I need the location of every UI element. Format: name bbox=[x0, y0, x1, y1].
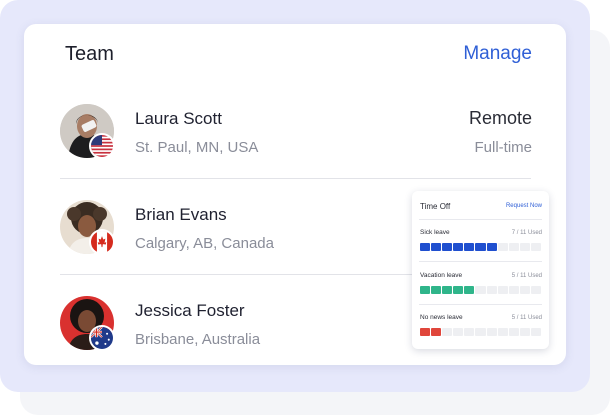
australia-flag-icon bbox=[89, 325, 115, 351]
leave-progress-bar bbox=[420, 328, 542, 336]
leave-segment bbox=[508, 286, 519, 294]
team-member-row[interactable]: Laura Scott St. Paul, MN, USA Remote Ful… bbox=[24, 104, 566, 200]
leave-segment bbox=[442, 328, 453, 336]
member-location: Calgary, AB, Canada bbox=[135, 235, 274, 252]
member-location: Brisbane, Australia bbox=[135, 331, 261, 348]
us-flag-icon bbox=[89, 133, 115, 159]
leave-label: Vacation leave bbox=[420, 272, 463, 279]
leave-segment bbox=[420, 243, 431, 251]
leave-segment bbox=[431, 286, 442, 294]
leave-segment bbox=[420, 328, 431, 336]
leave-segment bbox=[431, 328, 442, 336]
canada-flag-icon bbox=[89, 229, 115, 255]
leave-segment bbox=[453, 243, 464, 251]
leave-segment bbox=[530, 286, 542, 294]
leave-segment bbox=[486, 243, 497, 251]
leave-label: Sick leave bbox=[420, 229, 450, 236]
manage-link[interactable]: Manage bbox=[463, 43, 532, 65]
leave-segment bbox=[519, 286, 530, 294]
leave-segment bbox=[475, 286, 486, 294]
avatar bbox=[60, 296, 115, 351]
leave-segment bbox=[464, 286, 475, 294]
leave-used: 5 / 11 Used bbox=[511, 315, 542, 321]
leave-segment bbox=[497, 243, 508, 251]
leave-segment bbox=[464, 328, 475, 336]
avatar bbox=[60, 104, 115, 159]
member-name: Brian Evans bbox=[135, 205, 227, 224]
divider bbox=[419, 261, 542, 262]
leave-segment bbox=[519, 328, 530, 336]
divider bbox=[419, 219, 542, 220]
employment-type: Full-time bbox=[474, 139, 532, 156]
leave-segment bbox=[530, 328, 542, 336]
leave-segment bbox=[442, 286, 453, 294]
leave-segment bbox=[497, 328, 508, 336]
leave-segment bbox=[453, 328, 464, 336]
leave-label: No news leave bbox=[420, 314, 463, 321]
leave-segment bbox=[475, 328, 486, 336]
request-now-link[interactable]: Request Now bbox=[506, 203, 542, 209]
leave-used: 7 / 11 Used bbox=[511, 230, 542, 236]
leave-segment bbox=[486, 286, 497, 294]
leave-segment bbox=[431, 243, 442, 251]
leave-segment bbox=[453, 286, 464, 294]
card-title: Team bbox=[65, 43, 114, 65]
leave-segment bbox=[464, 243, 475, 251]
divider bbox=[419, 304, 542, 305]
leave-progress-bar bbox=[420, 243, 542, 251]
leave-segment bbox=[519, 243, 530, 251]
leave-segment bbox=[420, 286, 431, 294]
leave-segment bbox=[486, 328, 497, 336]
time-off-title: Time Off bbox=[420, 202, 451, 211]
leave-segment bbox=[475, 243, 486, 251]
leave-progress-bar bbox=[420, 286, 542, 294]
leave-segment bbox=[497, 286, 508, 294]
leave-used: 5 / 11 Used bbox=[511, 273, 542, 279]
member-name: Laura Scott bbox=[135, 109, 222, 128]
work-type: Remote bbox=[468, 108, 532, 128]
divider bbox=[60, 178, 531, 179]
avatar bbox=[60, 200, 115, 255]
leave-segment bbox=[508, 328, 519, 336]
member-name: Jessica Foster bbox=[135, 301, 245, 320]
time-off-widget: Time Off Request Now Sick leave 7 / 11 U… bbox=[412, 191, 549, 349]
leave-segment bbox=[530, 243, 542, 251]
leave-segment bbox=[442, 243, 453, 251]
leave-segment bbox=[508, 243, 519, 251]
member-location: St. Paul, MN, USA bbox=[135, 139, 259, 156]
